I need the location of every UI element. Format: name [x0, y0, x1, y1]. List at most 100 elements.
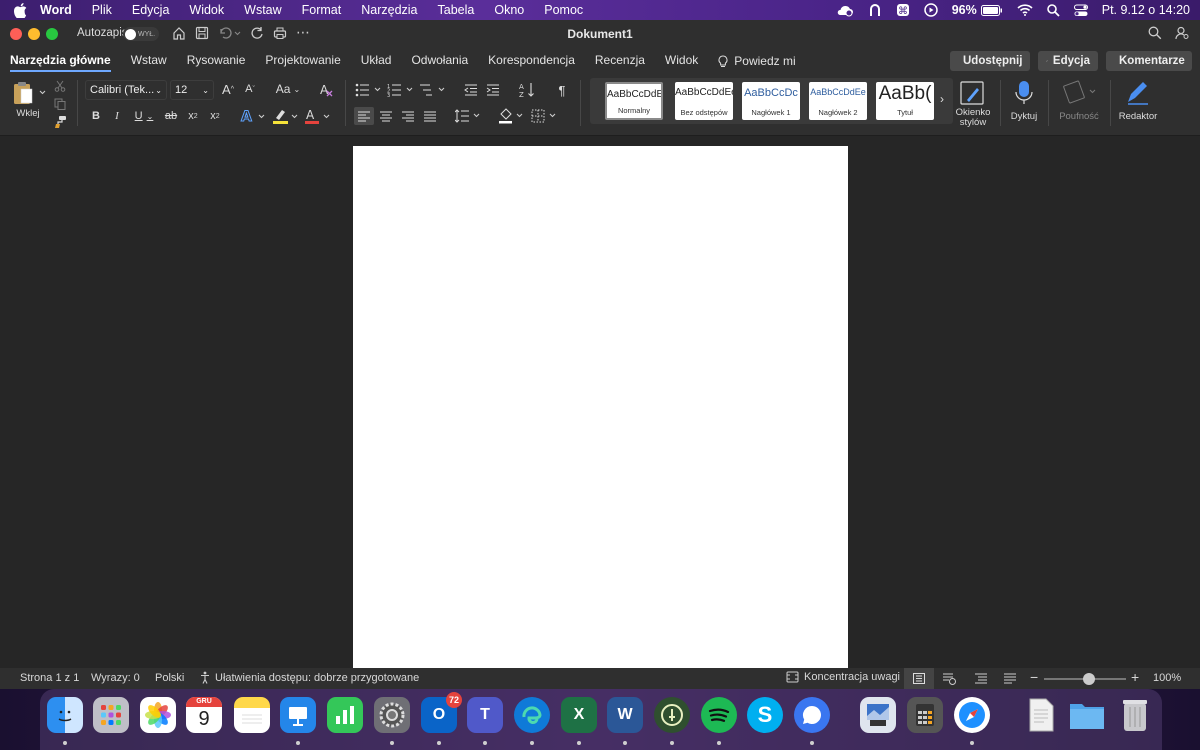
sort-button[interactable]: AZ: [518, 81, 536, 99]
menu-widok[interactable]: Widok: [189, 3, 224, 17]
page-count[interactable]: Strona 1 z 1: [20, 672, 79, 684]
multilevel-list-button[interactable]: [419, 82, 447, 98]
style-heading-1[interactable]: AaBbCcDc Nagłówek 1: [742, 82, 800, 120]
share-button[interactable]: Udostępnij: [950, 51, 1030, 71]
keepassxc-icon[interactable]: [654, 697, 690, 733]
word-count[interactable]: Wyrazy: 0: [91, 672, 140, 684]
tab-review[interactable]: Recenzja: [595, 48, 645, 74]
style-heading-2[interactable]: AaBbCcDdEe Nagłówek 2: [809, 82, 867, 120]
subscript-button[interactable]: x2: [186, 108, 200, 124]
document-page[interactable]: [353, 146, 848, 668]
align-right-button[interactable]: [399, 107, 417, 125]
highlight-color-button[interactable]: [272, 107, 300, 125]
zoom-in-button[interactable]: +: [1131, 669, 1139, 685]
folder-icon[interactable]: [1069, 697, 1105, 733]
spotify-icon[interactable]: [701, 697, 737, 733]
tab-home[interactable]: Narzędzia główne: [10, 48, 111, 74]
font-name-select[interactable]: Calibri (Tek... ⌄: [85, 80, 167, 100]
photos-icon[interactable]: [140, 697, 176, 733]
autosave-toggle[interactable]: WYŁ.: [123, 27, 159, 41]
system-preferences-icon[interactable]: [374, 697, 410, 733]
menu-plik[interactable]: Plik: [92, 3, 112, 17]
shrink-font-icon[interactable]: Aˇ: [242, 81, 258, 97]
show-formatting-marks-button[interactable]: ¶: [554, 81, 570, 99]
align-center-button[interactable]: [377, 107, 395, 125]
wifi-icon[interactable]: [1017, 4, 1033, 16]
teams-icon[interactable]: T: [467, 697, 503, 733]
print-icon[interactable]: [273, 26, 287, 40]
copy-icon[interactable]: [53, 97, 67, 111]
cloud-sync-icon[interactable]: [836, 3, 854, 17]
minimize-window-button[interactable]: [28, 28, 40, 40]
menu-format[interactable]: Format: [302, 3, 342, 17]
menu-narzedzia[interactable]: Narzędzia: [361, 3, 417, 17]
clock[interactable]: Pt. 9.12 o 14:20: [1102, 3, 1190, 17]
increase-indent-button[interactable]: [485, 82, 501, 98]
chevron-right-icon[interactable]: ›: [940, 92, 944, 106]
align-left-button[interactable]: [354, 107, 374, 125]
redo-icon[interactable]: [250, 26, 264, 40]
signal-icon[interactable]: [794, 697, 830, 733]
accessibility-status[interactable]: Ułatwienia dostępu: dobrze przygotowane: [199, 671, 419, 684]
style-no-spacing[interactable]: AaBbCcDdEe Bez odstępów: [675, 82, 733, 120]
spotlight-search-icon[interactable]: [1046, 3, 1060, 17]
document-stack-icon[interactable]: [1023, 697, 1059, 733]
web-layout-view-button[interactable]: [943, 673, 956, 685]
bullets-button[interactable]: [355, 82, 383, 98]
draft-view-button[interactable]: [1004, 673, 1016, 684]
tab-layout[interactable]: Układ: [361, 48, 392, 74]
keynote-icon[interactable]: [280, 697, 316, 733]
outline-view-button[interactable]: [975, 673, 987, 684]
strikethrough-button[interactable]: ab: [162, 108, 180, 124]
tab-design[interactable]: Projektowanie: [265, 48, 340, 74]
menu-pomoc[interactable]: Pomoc: [544, 3, 583, 17]
zoom-percent[interactable]: 100%: [1153, 672, 1181, 684]
italic-button[interactable]: I: [110, 108, 124, 124]
word-icon[interactable]: W: [607, 697, 643, 733]
grow-font-icon[interactable]: A ^: [220, 81, 236, 97]
outlook-icon[interactable]: O 72: [421, 692, 462, 733]
decrease-indent-button[interactable]: [463, 82, 479, 98]
tab-references[interactable]: Odwołania: [411, 48, 468, 74]
search-icon[interactable]: [1148, 26, 1162, 40]
zoom-slider[interactable]: [1044, 673, 1126, 685]
cut-icon[interactable]: [53, 79, 67, 93]
justify-button[interactable]: [421, 107, 439, 125]
safari-icon[interactable]: [954, 697, 990, 733]
sensitivity-button[interactable]: Poufność: [1054, 80, 1104, 122]
calculator-icon[interactable]: [907, 697, 943, 733]
styles-pane-button[interactable]: Okienko stylów: [953, 80, 993, 128]
shading-button[interactable]: [498, 107, 526, 125]
numbering-button[interactable]: 123: [387, 82, 415, 98]
play-icon[interactable]: [923, 3, 938, 17]
tell-me[interactable]: Powiedz mi: [718, 48, 796, 74]
paste-button[interactable]: Wklej: [10, 80, 46, 119]
underline-button[interactable]: U ⌄: [132, 108, 156, 124]
menu-okno[interactable]: Okno: [494, 3, 524, 17]
launchpad-icon[interactable]: [93, 697, 129, 733]
excel-icon[interactable]: X: [561, 697, 597, 733]
format-painter-icon[interactable]: [53, 114, 67, 128]
tab-insert[interactable]: Wstaw: [131, 48, 167, 74]
tab-mailings[interactable]: Korespondencja: [488, 48, 575, 74]
tab-view[interactable]: Widok: [665, 48, 698, 74]
font-color-button[interactable]: A: [304, 107, 332, 125]
preview-icon[interactable]: [860, 697, 896, 733]
borders-button[interactable]: [531, 107, 559, 125]
arc-icon[interactable]: [868, 3, 882, 17]
dictate-button[interactable]: Dyktuj: [1006, 80, 1042, 122]
menu-wstaw[interactable]: Wstaw: [244, 3, 282, 17]
clear-formatting-icon[interactable]: A: [318, 81, 334, 97]
zoom-window-button[interactable]: [46, 28, 58, 40]
cmd-icon[interactable]: ⌘: [896, 3, 910, 17]
editor-button[interactable]: Redaktor: [1116, 80, 1160, 122]
line-spacing-button[interactable]: [455, 107, 483, 125]
close-window-button[interactable]: [10, 28, 22, 40]
style-normal[interactable]: AaBbCcDdEe Normalny: [605, 82, 663, 120]
apple-icon[interactable]: [0, 2, 40, 18]
undo-icon[interactable]: [217, 26, 241, 40]
language[interactable]: Polski: [155, 672, 184, 684]
edge-icon[interactable]: [514, 697, 550, 733]
menu-tabela[interactable]: Tabela: [438, 3, 475, 17]
save-icon[interactable]: [195, 26, 209, 40]
